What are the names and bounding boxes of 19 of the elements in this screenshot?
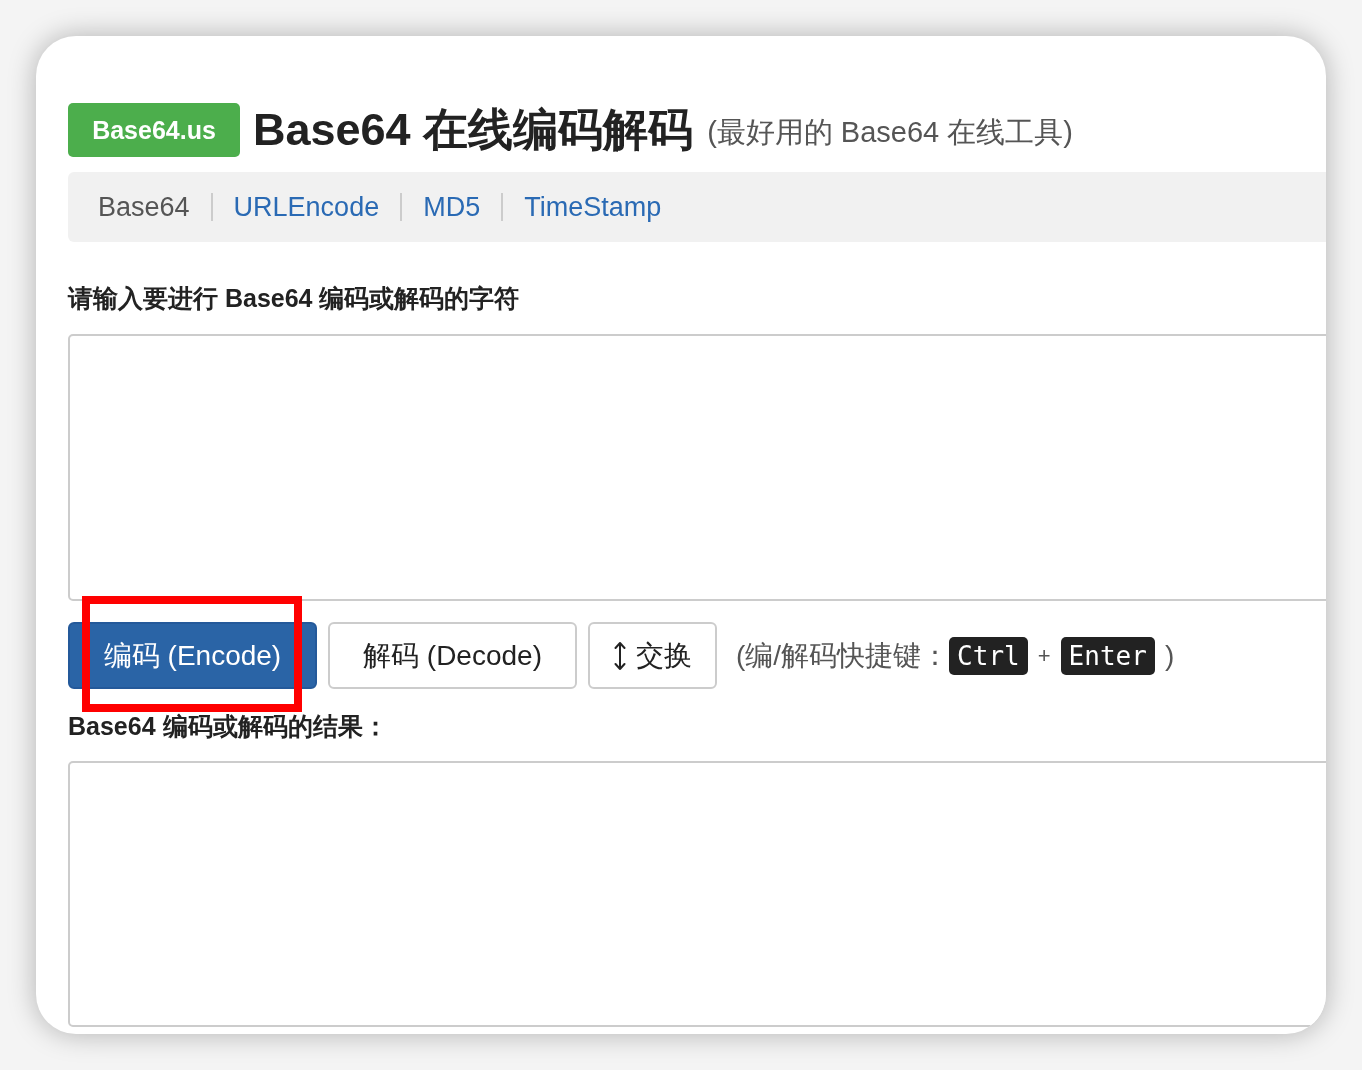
- result-label: Base64 编码或解码的结果：: [68, 711, 389, 742]
- page-subtitle: (最好用的 Base64 在线工具): [707, 115, 1073, 150]
- keyboard-key: Enter: [1060, 636, 1155, 675]
- nav-link[interactable]: MD5: [423, 191, 481, 223]
- encode-button[interactable]: 编码 (Encode): [68, 622, 317, 689]
- keyboard-key: Ctrl: [949, 636, 1028, 675]
- shortcut-hint: (编/解码快捷键：: [736, 638, 950, 673]
- nav-link[interactable]: TimeStamp: [524, 191, 662, 223]
- plus-sign: +: [1037, 642, 1051, 669]
- nav-link[interactable]: Base64: [98, 191, 190, 223]
- page-title: Base64 在线编码解码: [253, 103, 694, 157]
- input-field[interactable]: [68, 334, 1326, 601]
- input-label: 请输入要进行 Base64 编码或解码的字符: [68, 283, 521, 314]
- nav-link[interactable]: URLEncode: [233, 191, 380, 223]
- decode-button[interactable]: 解码 (Decode): [328, 622, 577, 689]
- swap-button[interactable]: 交换: [588, 622, 717, 689]
- vertical-arrows-icon: [613, 641, 626, 670]
- result-field[interactable]: [68, 761, 1326, 1027]
- shortcut-hint-end: ): [1164, 639, 1175, 672]
